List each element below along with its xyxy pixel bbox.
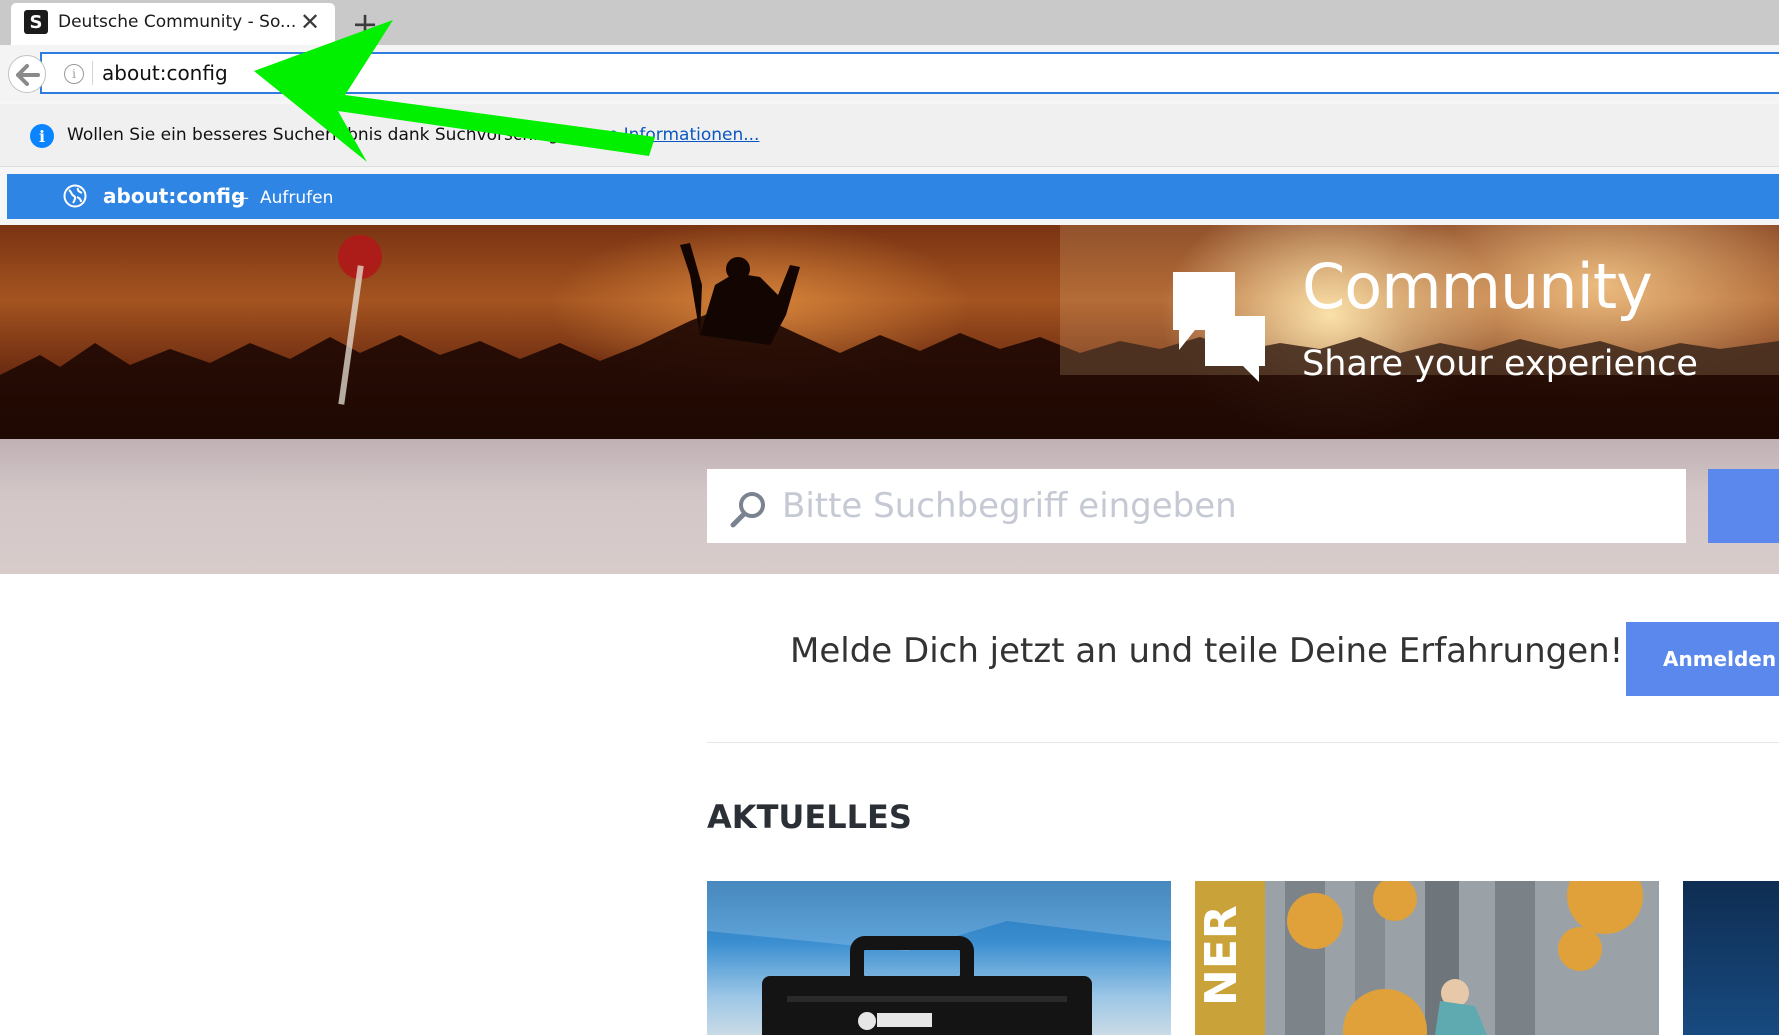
suggestion-action: Aufrufen <box>260 188 334 208</box>
tab-title: Deutsche Community - So... <box>58 12 296 32</box>
login-button[interactable]: Anmelden <box>1626 622 1779 696</box>
divider <box>707 742 1779 743</box>
globe-icon <box>63 184 87 208</box>
chat-bubbles-icon <box>1173 272 1265 382</box>
notice-text: Wollen Sie ein besseres Sucherlebnis dan… <box>67 125 590 145</box>
search-button[interactable] <box>1708 469 1779 543</box>
cta-text: Melde Dich jetzt an und teile Deine Erfa… <box>790 631 1624 671</box>
article-card-1[interactable] <box>707 881 1171 1035</box>
article-card-3[interactable] <box>1683 881 1779 1035</box>
suggestion-url: about:config <box>103 184 246 208</box>
tab-favicon-icon: S <box>24 10 48 34</box>
hero-subtitle: Share your experience <box>1302 344 1698 384</box>
arrow-left-icon <box>16 64 40 86</box>
back-button[interactable] <box>8 55 46 93</box>
hero-title: Community <box>1302 250 1653 323</box>
section-title: AKTUELLES <box>707 798 912 836</box>
suitcase-image <box>707 881 1171 1035</box>
card-2-overlay-text: NER <box>1196 905 1247 1006</box>
info-icon[interactable]: i <box>64 64 84 84</box>
url-input[interactable] <box>102 56 1702 90</box>
info-icon: i <box>30 124 54 148</box>
more-info-link[interactable]: Weitere Informationen... <box>553 125 759 145</box>
search-icon <box>730 492 765 528</box>
search-input[interactable] <box>782 476 1662 536</box>
url-separator <box>92 61 93 85</box>
close-icon[interactable]: ✕ <box>298 10 322 34</box>
plus-icon[interactable]: + <box>350 6 380 42</box>
suggestion-dash: — <box>232 188 249 208</box>
